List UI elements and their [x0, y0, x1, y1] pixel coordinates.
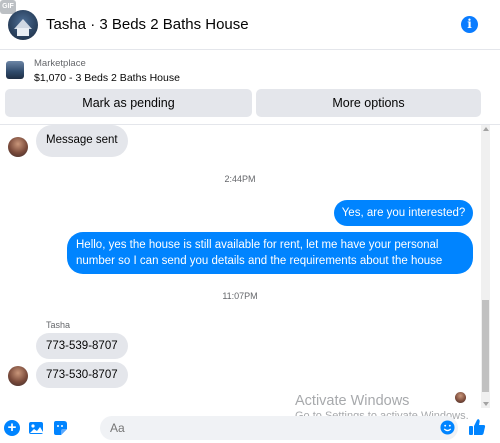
tasha-avatar[interactable]: [8, 366, 28, 386]
listing-price-title[interactable]: $1,070 - 3 Beds 2 Baths House: [34, 72, 180, 84]
seen-indicator-avatar: [455, 392, 466, 403]
like-icon[interactable]: [468, 418, 486, 436]
message-line: number so I can send you details and the…: [76, 255, 443, 267]
conversation-title[interactable]: Tasha · 3 Beds 2 Baths House: [46, 16, 249, 33]
message-line: Hello, yes the house is still available …: [76, 239, 439, 251]
sticker-icon[interactable]: [52, 420, 68, 436]
tasha-avatar[interactable]: [8, 137, 28, 157]
house-wall-shape: [17, 28, 29, 36]
scrollbar-thumb[interactable]: [482, 300, 489, 392]
message-bubble-incoming: 773-539-8707: [36, 333, 128, 359]
scroll-down-arrow-icon[interactable]: [483, 402, 489, 406]
message-bubble-incoming: 773-530-8707: [36, 362, 128, 388]
plus-icon[interactable]: +: [4, 420, 20, 436]
timestamp: 2:44PM: [224, 174, 256, 184]
message-bubble-outgoing: Hello, yes the house is still available …: [67, 232, 473, 274]
timestamp: 11:07PM: [222, 291, 258, 301]
emoji-icon[interactable]: [440, 420, 455, 435]
conversation-header: Tasha · 3 Beds 2 Baths House i: [0, 0, 500, 50]
image-icon[interactable]: [28, 420, 44, 436]
message-input[interactable]: [100, 416, 458, 440]
sender-name: Tasha: [46, 320, 71, 330]
activate-windows-title: Activate Windows: [295, 393, 410, 409]
message-bubble-incoming: Message sent: [36, 125, 128, 157]
info-icon[interactable]: i: [461, 16, 478, 33]
more-options-button[interactable]: More options: [256, 89, 481, 117]
mark-as-pending-button[interactable]: Mark as pending: [5, 89, 252, 117]
scroll-up-arrow-icon[interactable]: [483, 127, 489, 131]
marketplace-label: Marketplace: [34, 58, 86, 69]
message-bubble-outgoing: Yes, are you interested?: [334, 200, 473, 226]
listing-thumbnail[interactable]: [6, 61, 24, 79]
listing-avatar[interactable]: [8, 10, 38, 40]
